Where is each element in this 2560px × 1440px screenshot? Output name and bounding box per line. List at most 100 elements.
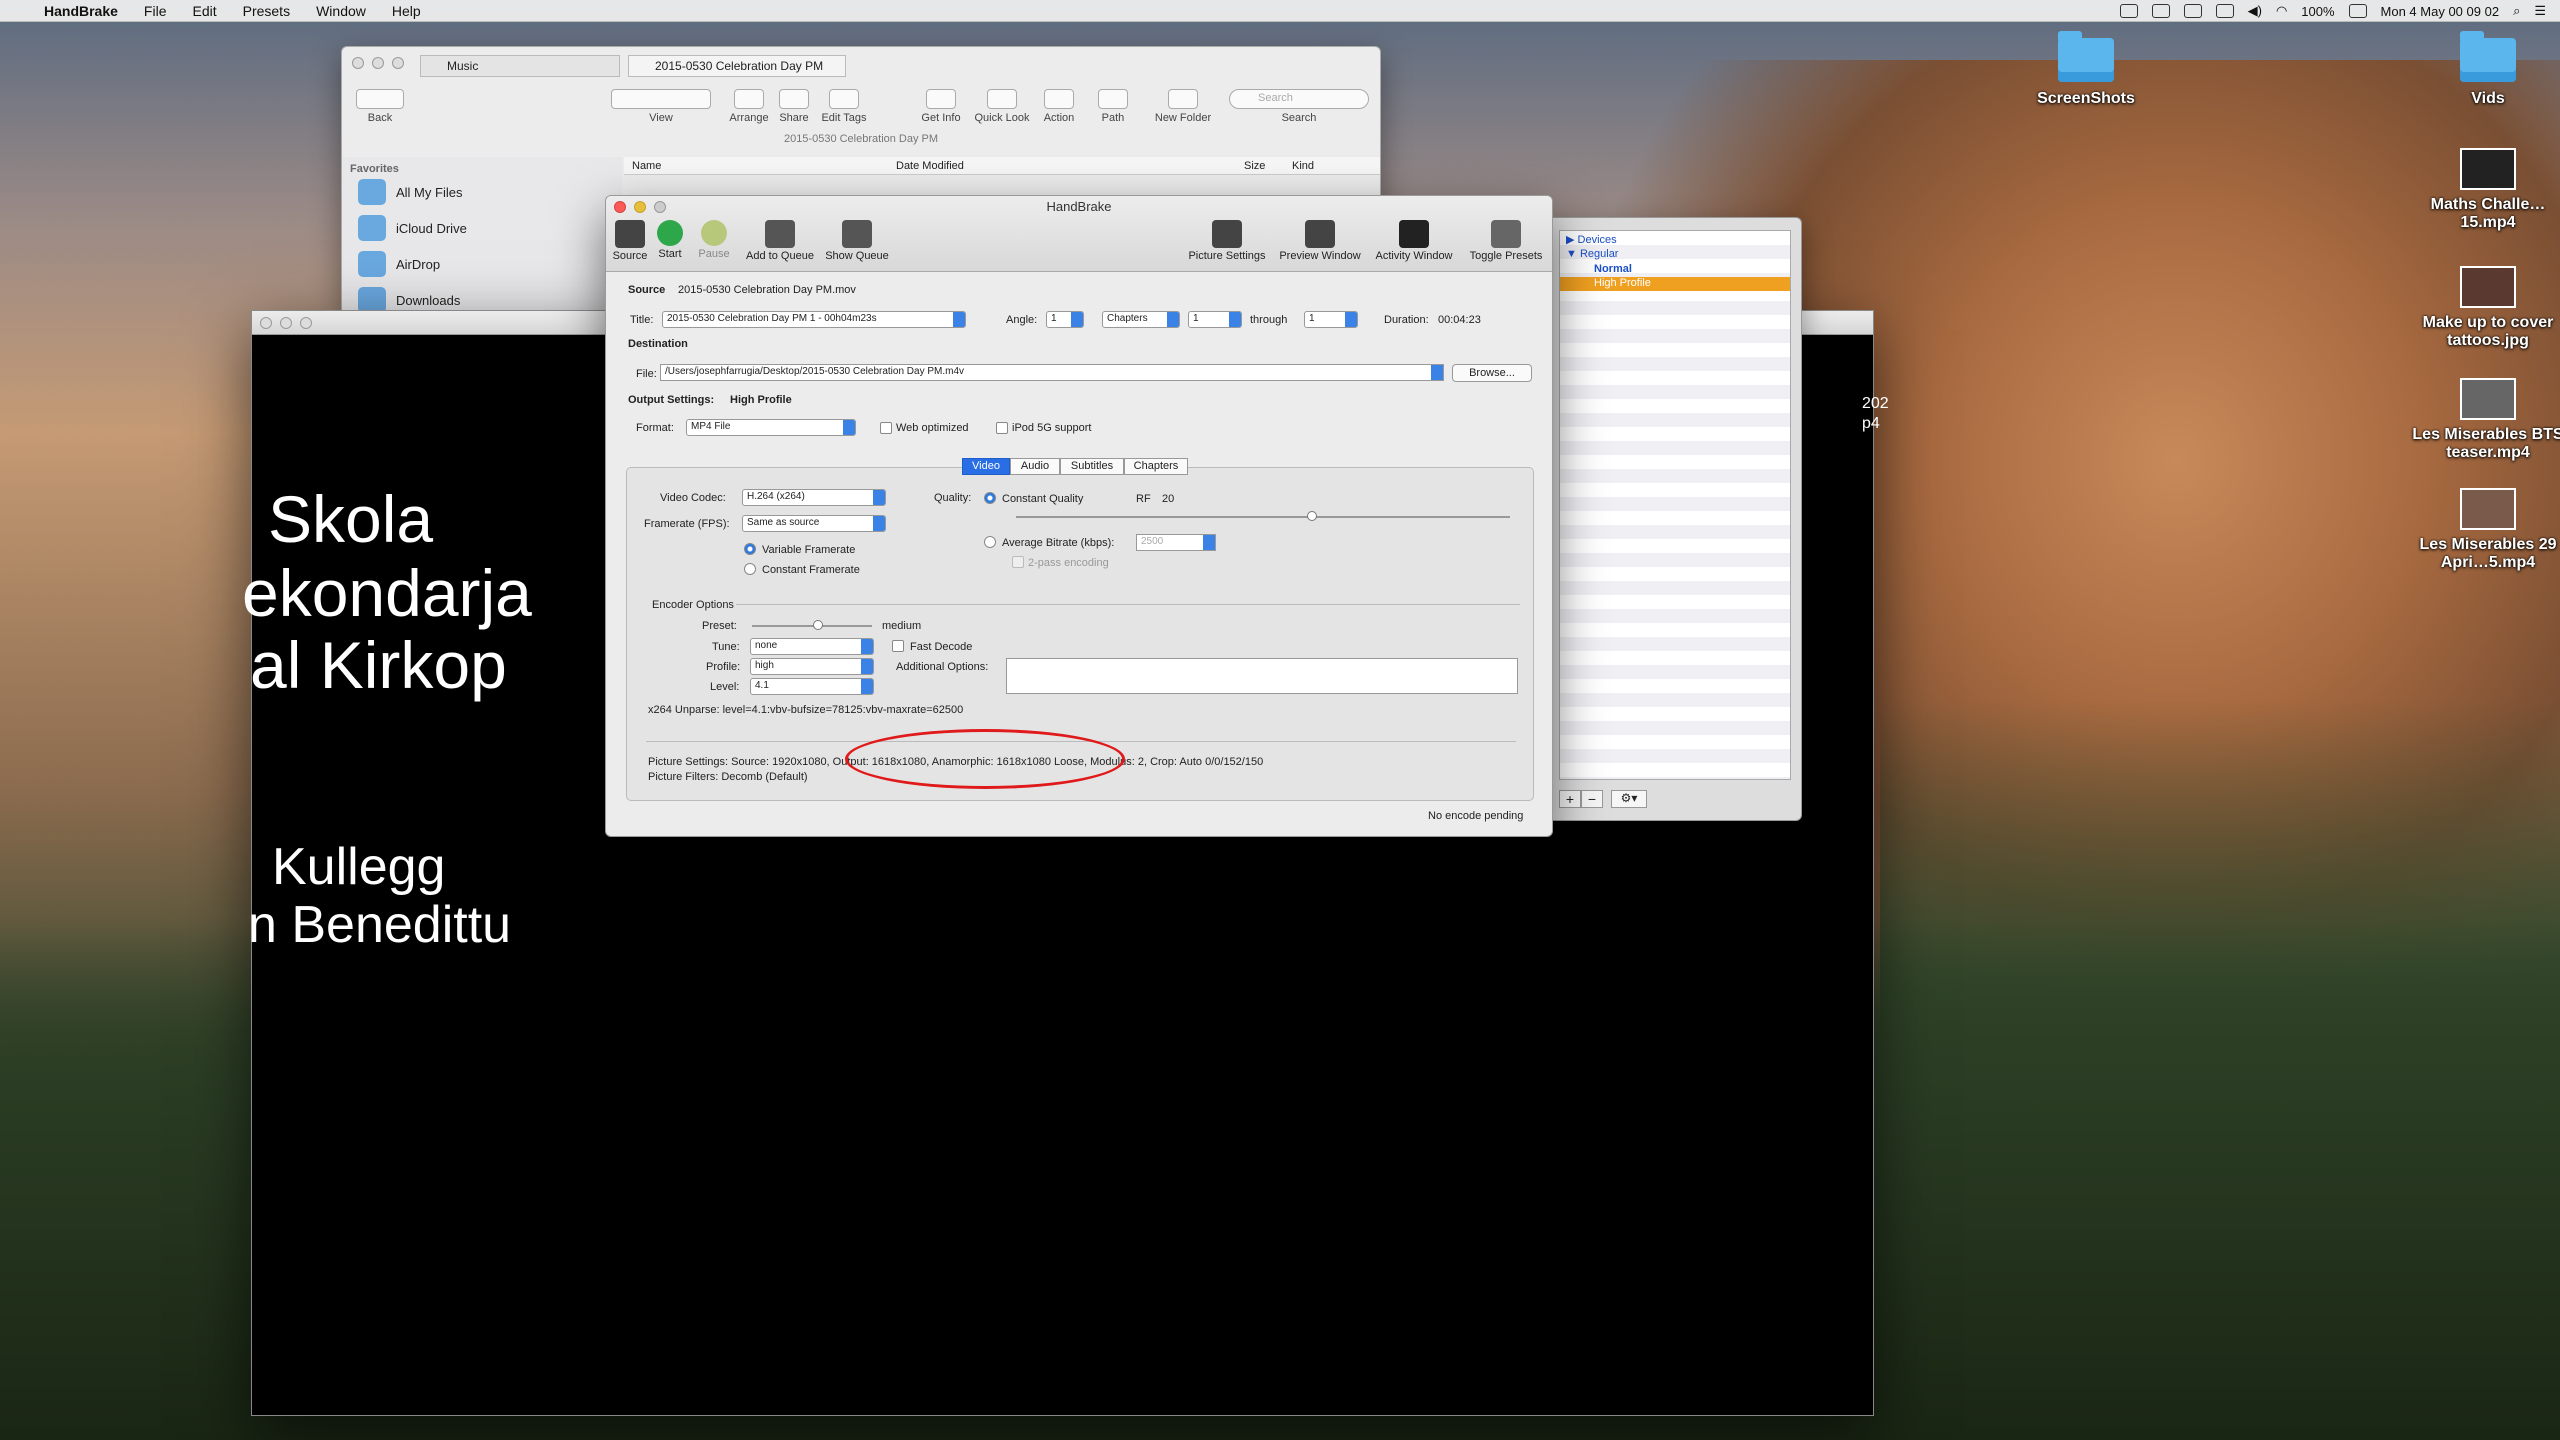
desktop-icon-label: Les Miserables BTS teaser.mp4 — [2412, 426, 2560, 461]
start-button[interactable]: Start — [654, 220, 686, 260]
path-button[interactable]: Path — [1090, 89, 1136, 124]
minimize-button[interactable] — [372, 57, 384, 69]
range-to-popup[interactable]: 1 — [1304, 311, 1358, 328]
ipod-support-checkbox[interactable] — [996, 422, 1008, 434]
two-pass-checkbox[interactable] — [1012, 556, 1024, 568]
menu-help[interactable]: Help — [392, 3, 421, 19]
preset-slider[interactable] — [752, 625, 872, 627]
add-to-queue-button[interactable]: Add to Queue — [742, 220, 818, 262]
range-from-popup[interactable]: 1 — [1188, 311, 1242, 328]
minimize-button[interactable] — [280, 317, 292, 329]
pause-button[interactable]: Pause — [698, 220, 730, 260]
sidebar-item-airdrop[interactable]: AirDrop — [358, 251, 440, 277]
preview-window-button[interactable]: Preview Window — [1276, 220, 1364, 262]
queue-icon — [842, 220, 872, 248]
preset-group-devices[interactable]: ▶ Devices — [1566, 233, 1617, 246]
menu-presets[interactable]: Presets — [243, 3, 290, 19]
additional-options-field[interactable] — [1006, 658, 1518, 694]
remove-preset-button[interactable]: − — [1581, 790, 1603, 808]
zoom-button[interactable] — [392, 57, 404, 69]
add-preset-button[interactable]: + — [1559, 790, 1581, 808]
constant-framerate-radio[interactable] — [744, 563, 756, 575]
picture-settings-button[interactable]: Picture Settings — [1182, 220, 1272, 262]
close-button[interactable] — [260, 317, 272, 329]
tab-subtitles[interactable]: Subtitles — [1060, 458, 1124, 475]
video-codec-popup[interactable]: H.264 (x264) — [742, 489, 886, 506]
framerate-popup[interactable]: Same as source — [742, 515, 886, 532]
notification-center-icon[interactable]: ☰ — [2534, 3, 2546, 19]
file-path-field[interactable]: /Users/josephfarrugia/Desktop/2015-0530 … — [660, 364, 1444, 381]
level-popup[interactable]: 4.1 — [750, 678, 874, 695]
col-size[interactable]: Size — [1244, 160, 1265, 172]
browse-button[interactable]: Browse... — [1452, 364, 1532, 382]
preset-item-high-profile[interactable]: High Profile — [1560, 277, 1790, 291]
activity-window-button[interactable]: Activity Window — [1370, 220, 1458, 262]
gear-icon[interactable]: ⚙▾ — [1611, 790, 1647, 808]
search-input[interactable]: Search — [1229, 89, 1369, 109]
web-optimized-checkbox[interactable] — [880, 422, 892, 434]
back-button[interactable]: Back — [350, 89, 410, 124]
desktop-icon-maths-video[interactable]: Maths Challe…15.mp4 — [2408, 148, 2560, 232]
col-kind[interactable]: Kind — [1292, 160, 1314, 172]
toggle-presets-button[interactable]: Toggle Presets — [1464, 220, 1548, 262]
clock[interactable]: Mon 4 May 00 09 02 — [2381, 4, 2500, 19]
average-bitrate-radio[interactable] — [984, 536, 996, 548]
finder-tab-celebration[interactable]: 2015-0530 Celebration Day PM — [628, 55, 846, 77]
desktop-icon-vids[interactable]: Vids — [2408, 31, 2560, 108]
toolbar-label: New Folder — [1154, 112, 1212, 124]
action-button[interactable]: Action — [1036, 89, 1082, 124]
preset-slider-knob[interactable] — [813, 620, 823, 630]
volume-icon[interactable]: ◀) — [2248, 3, 2262, 19]
quick-look-button[interactable]: Quick Look — [970, 89, 1034, 124]
desktop-icon-tattoo-image[interactable]: Make up to cover tattoos.jpg — [2408, 266, 2560, 350]
wifi-icon[interactable]: ◠ — [2276, 3, 2287, 19]
status-tray-icon[interactable] — [2151, 4, 2170, 18]
quality-slider[interactable] — [1016, 516, 1510, 518]
menu-edit[interactable]: Edit — [192, 3, 216, 19]
desktop-icon-lesmis-video[interactable]: Les Miserables 29 Apri…5.mp4 — [2408, 488, 2560, 572]
share-button[interactable]: Share — [774, 89, 814, 124]
angle-popup[interactable]: 1 — [1046, 311, 1084, 328]
tab-video[interactable]: Video — [962, 458, 1010, 475]
range-type-popup[interactable]: Chapters — [1102, 311, 1180, 328]
battery-percent[interactable]: 100% — [2301, 4, 2334, 19]
constant-quality-radio[interactable] — [984, 492, 996, 504]
menu-window[interactable]: Window — [316, 3, 366, 19]
spotlight-icon[interactable]: ⌕ — [2513, 3, 2520, 19]
search-field[interactable]: Search Search — [1226, 89, 1372, 124]
tab-audio[interactable]: Audio — [1010, 458, 1060, 475]
sidebar-item-icloud-drive[interactable]: iCloud Drive — [358, 215, 467, 241]
status-tray-icon[interactable] — [2215, 4, 2234, 18]
tune-popup[interactable]: none — [750, 638, 874, 655]
bitrate-input[interactable]: 2500 — [1136, 534, 1216, 551]
view-button[interactable]: View — [606, 89, 716, 124]
status-tray-icon[interactable] — [2119, 4, 2138, 18]
tab-chapters[interactable]: Chapters — [1124, 458, 1188, 475]
desktop-icon-screenshots[interactable]: ScreenShots — [2006, 31, 2166, 108]
source-button[interactable]: Source — [610, 220, 650, 262]
zoom-button[interactable] — [300, 317, 312, 329]
profile-popup[interactable]: high — [750, 658, 874, 675]
preset-item-normal[interactable]: Normal — [1594, 263, 1632, 275]
preset-group-regular[interactable]: ▼ Regular — [1566, 248, 1618, 260]
col-name[interactable]: Name — [632, 160, 661, 172]
format-popup[interactable]: MP4 File — [686, 419, 856, 436]
menu-app-name[interactable]: HandBrake — [44, 3, 118, 19]
menu-file[interactable]: File — [144, 3, 167, 19]
new-folder-button[interactable]: New Folder — [1148, 89, 1218, 124]
sidebar-item-all-my-files[interactable]: All My Files — [358, 179, 462, 205]
title-popup[interactable]: 2015-0530 Celebration Day PM 1 - 00h04m2… — [662, 311, 966, 328]
path-title: 2015-0530 Celebration Day PM — [783, 133, 939, 145]
edit-tags-button[interactable]: Edit Tags — [816, 89, 872, 124]
battery-icon[interactable] — [2348, 4, 2367, 18]
arrange-button[interactable]: Arrange — [724, 89, 774, 124]
desktop-icon-lesmis-teaser[interactable]: Les Miserables BTS teaser.mp4 — [2408, 378, 2560, 462]
show-queue-button[interactable]: Show Queue — [822, 220, 892, 262]
fast-decode-checkbox[interactable] — [892, 640, 904, 652]
status-tray-icon[interactable] — [2183, 4, 2202, 18]
get-info-button[interactable]: Get Info — [916, 89, 966, 124]
variable-framerate-radio[interactable] — [744, 543, 756, 555]
col-date-modified[interactable]: Date Modified — [896, 160, 964, 172]
finder-tab-music[interactable]: Music — [420, 55, 620, 77]
close-button[interactable] — [352, 57, 364, 69]
